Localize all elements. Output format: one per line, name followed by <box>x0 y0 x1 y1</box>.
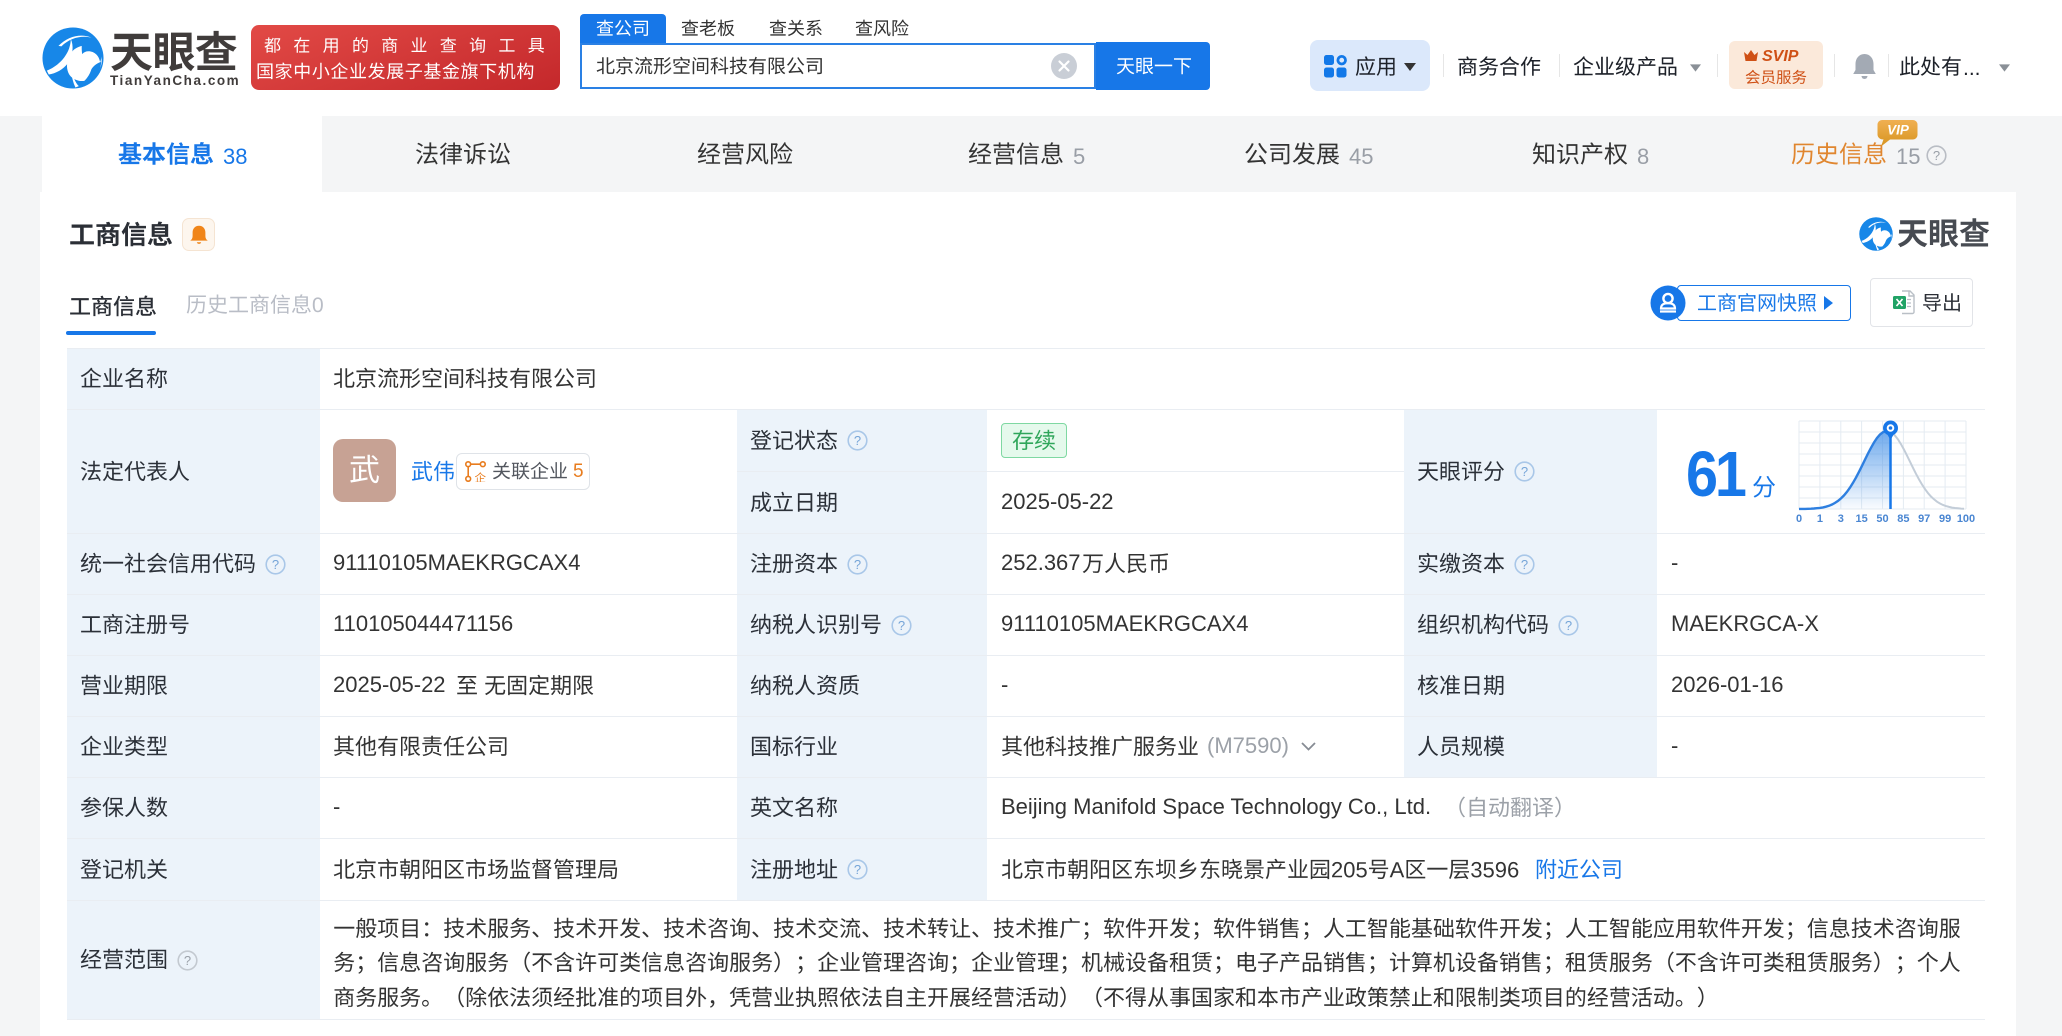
svg-text:?: ? <box>898 618 905 633</box>
svg-text:VIP: VIP <box>1887 123 1910 138</box>
svg-text:3: 3 <box>1838 513 1844 525</box>
svg-text:?: ? <box>184 953 191 968</box>
svg-text:?: ? <box>854 862 861 877</box>
svg-text:99: 99 <box>1939 513 1951 525</box>
svg-text:97: 97 <box>1918 513 1930 525</box>
svg-text:15: 15 <box>1855 513 1867 525</box>
svg-text:100: 100 <box>1957 513 1975 525</box>
svg-text:?: ? <box>1933 148 1940 163</box>
svg-text:50: 50 <box>1876 513 1888 525</box>
svg-text:1: 1 <box>1817 513 1823 525</box>
svg-text:85: 85 <box>1897 513 1909 525</box>
svg-text:?: ? <box>272 557 279 572</box>
svg-text:?: ? <box>1521 464 1528 479</box>
svg-text:?: ? <box>854 557 861 572</box>
svg-text:?: ? <box>854 433 861 448</box>
svg-text:?: ? <box>1565 618 1572 633</box>
svg-text:0: 0 <box>1796 513 1802 525</box>
svg-text:?: ? <box>1521 557 1528 572</box>
